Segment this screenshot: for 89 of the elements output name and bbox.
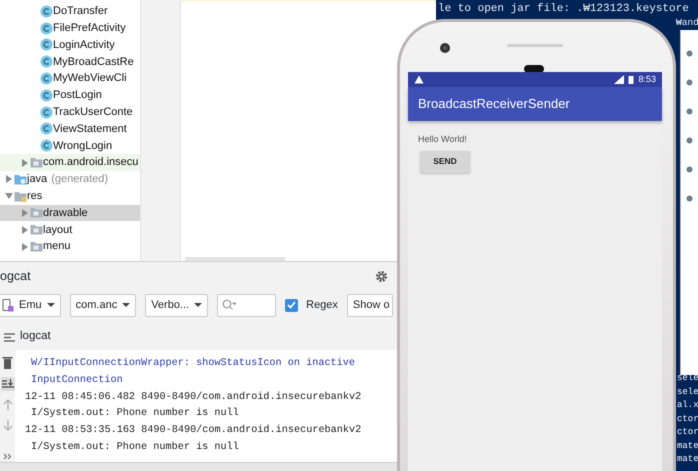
list-icon	[4, 332, 15, 342]
caret-icon	[194, 303, 202, 307]
tree-item[interactable]: com.android.insecu	[0, 154, 140, 171]
signal-icon	[614, 75, 624, 84]
settings-icon[interactable]	[375, 270, 388, 282]
tree-item[interactable]: drawable	[0, 204, 140, 222]
tree-item[interactable]: menu	[0, 238, 140, 255]
class-icon	[40, 106, 53, 119]
device-icon	[2, 298, 14, 312]
show-dropdown[interactable]: Show o	[346, 294, 393, 316]
expand-arrow-icon[interactable]	[20, 242, 30, 252]
terminal-text: al.x	[677, 399, 698, 412]
checkbox-label[interactable]: Regex	[306, 296, 338, 314]
tool-icon[interactable]	[686, 108, 693, 115]
send-button[interactable]: SEND	[420, 150, 470, 172]
class-icon	[40, 139, 53, 152]
expand-arrow-icon[interactable]	[20, 208, 30, 218]
tree-item[interactable]: WrongLogin	[0, 137, 140, 154]
class-icon	[40, 55, 53, 68]
down-arrow-icon[interactable]	[2, 419, 12, 431]
app-bar-title: BroadcastReceiverSender	[408, 87, 662, 121]
terminal-text: le to open jar file: .₩123123.keystore	[438, 3, 689, 16]
tool-icon[interactable]	[686, 79, 693, 86]
search-field[interactable]	[217, 294, 276, 316]
filter-dropdown[interactable]: Verbo...	[145, 294, 208, 316]
log-line: InputConnection	[30, 374, 124, 388]
tree-note: (generated)	[51, 172, 108, 188]
expand-arrow-icon[interactable]	[4, 174, 14, 184]
tree-item[interactable]: layout	[0, 221, 140, 238]
log-line: W/IInputConnectionWrapper: showStatusIcon on inactive	[30, 356, 356, 371]
tree-item[interactable]: res	[0, 188, 140, 205]
terminal-text: mate	[677, 440, 698, 452]
caret-icon	[46, 303, 55, 307]
tree-item[interactable]: TrackUserConte	[0, 104, 140, 121]
tree-item[interactable]: LoginActivity	[0, 36, 140, 54]
folder-icon	[30, 223, 43, 236]
logcat-tab[interactable]: logcat	[20, 328, 51, 346]
folder-icon	[30, 240, 43, 254]
folder-icon	[30, 156, 43, 170]
log-line: 12-11 08:53:35.163 8490-8490/com.android.insecurebankv2	[24, 424, 362, 438]
class-icon	[40, 88, 53, 102]
expand-arrow-icon[interactable]	[4, 191, 14, 202]
tree-item[interactable]: MyBroadCastRe	[0, 53, 140, 70]
folder-icon	[14, 190, 27, 203]
tree-item[interactable]: DoTransfer	[0, 3, 140, 20]
folder-icon	[30, 206, 43, 220]
battery-icon	[628, 75, 634, 84]
filter-dropdown[interactable]: com.anc	[70, 294, 136, 316]
more-icon[interactable]	[3, 453, 12, 460]
class-icon	[40, 4, 53, 18]
hello-text: Hello World!	[418, 133, 468, 146]
scroll-to-end-icon[interactable]	[0, 377, 14, 391]
log-line: 12-11 08:45:06.482 8490-8490/com.android.insecurebankv2	[24, 390, 362, 405]
tree-item[interactable]: ViewStatement	[0, 120, 140, 138]
terminal-text: sele	[677, 386, 698, 398]
panel-title: ogcat	[0, 268, 31, 285]
status-time: 8:53	[638, 72, 656, 86]
speaker-icon	[507, 44, 563, 48]
search-icon	[222, 299, 236, 311]
tool-icon[interactable]	[686, 166, 693, 173]
tool-icon[interactable]	[686, 50, 693, 57]
camera-icon	[439, 42, 451, 54]
trash-icon[interactable]	[2, 356, 13, 369]
warning-icon	[414, 75, 424, 84]
tree-item[interactable]: java (generated)	[0, 170, 140, 188]
class-icon	[40, 38, 53, 52]
expand-arrow-icon[interactable]	[20, 224, 30, 235]
tree-item[interactable]: PostLogin	[0, 86, 140, 104]
up-arrow-icon[interactable]	[2, 399, 12, 411]
check-icon	[287, 301, 296, 309]
scrollbar[interactable]	[185, 257, 285, 261]
log-line: I/System.out: Phone number is null	[30, 406, 240, 422]
folder-icon	[14, 172, 27, 186]
class-icon	[40, 72, 53, 86]
device-dropdown[interactable]: Emu	[0, 294, 61, 316]
terminal-text: mate	[677, 453, 698, 466]
class-icon	[40, 22, 53, 35]
terminal-text: ctor	[677, 426, 698, 439]
terminal-text: ₩and	[676, 16, 698, 29]
tool-icon[interactable]	[686, 137, 693, 144]
class-icon	[40, 122, 53, 136]
tool-icon[interactable]	[686, 195, 693, 202]
terminal-text: ctor	[677, 412, 698, 426]
log-line: I/System.out: Phone number is null	[30, 440, 240, 455]
expand-arrow-icon[interactable]	[20, 158, 30, 168]
tree-item[interactable]: FilePrefActivity	[0, 20, 140, 37]
tree-item[interactable]: MyWebViewCli	[0, 70, 140, 87]
regex-checkbox[interactable]	[285, 298, 298, 312]
caret-icon	[122, 303, 130, 307]
